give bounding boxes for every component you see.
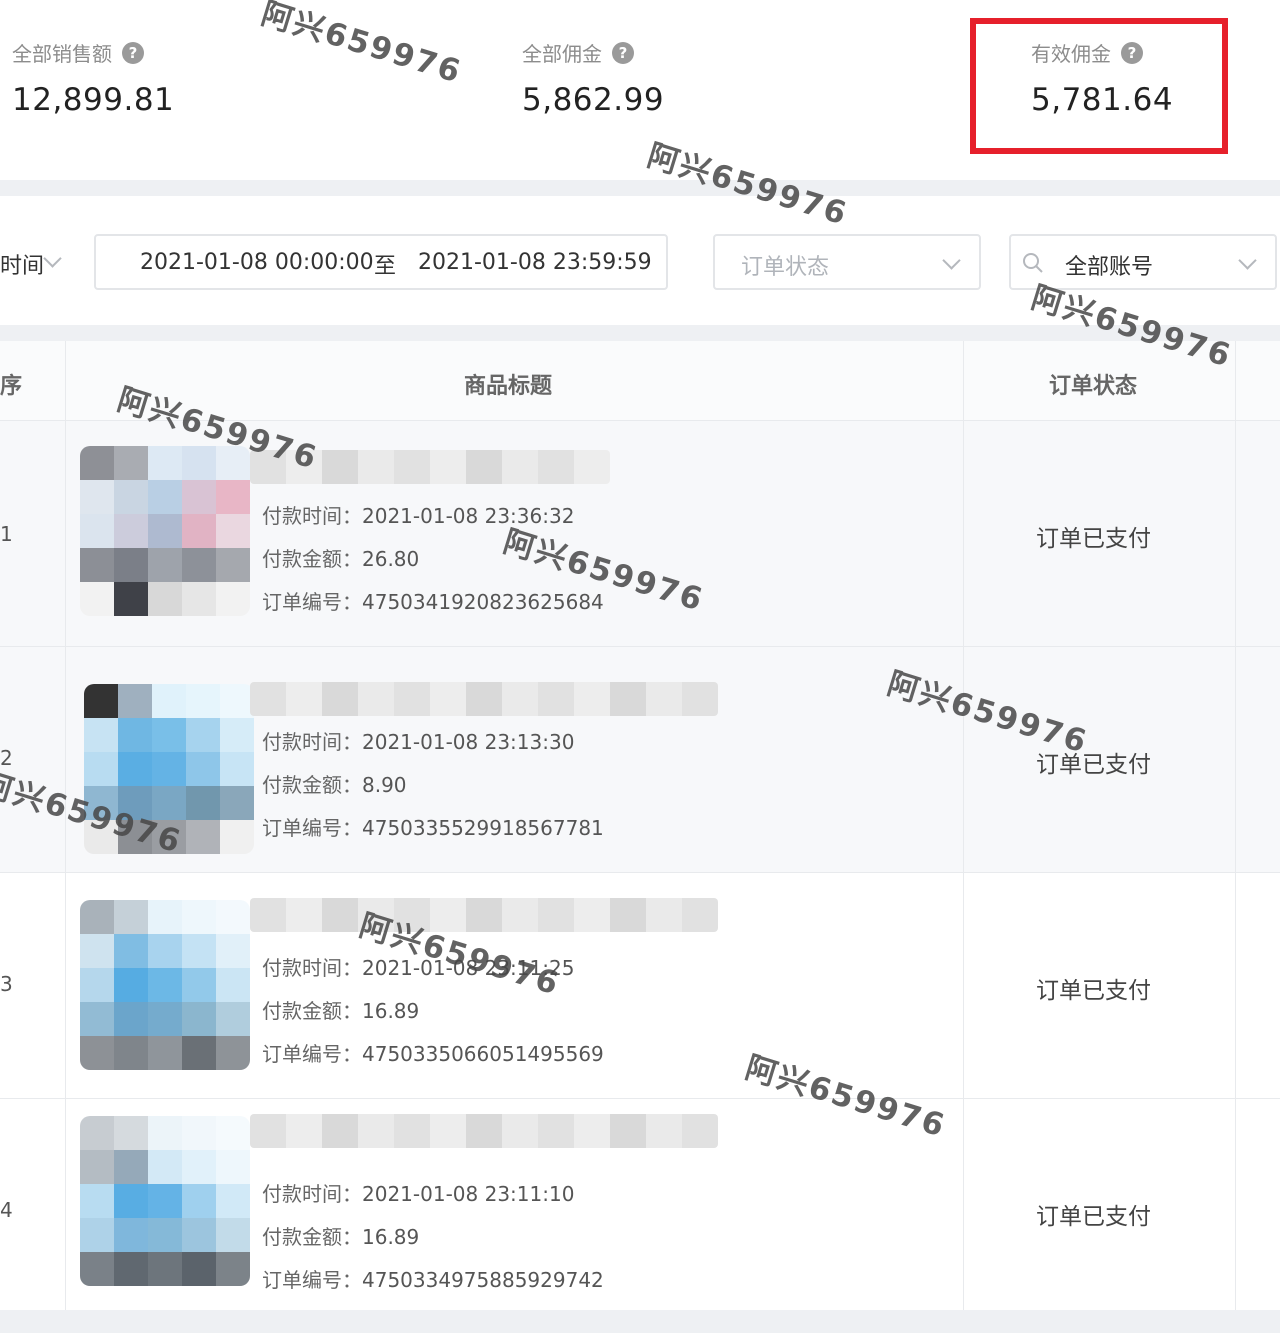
help-icon[interactable]: ? — [612, 41, 634, 64]
order-status: 订单已支付 — [1036, 526, 1151, 552]
product-title-redacted[interactable] — [250, 1114, 718, 1148]
row-index: 3 — [0, 972, 13, 996]
order-status: 订单已支付 — [1036, 1204, 1151, 1230]
row-index: 4 — [0, 1198, 13, 1222]
product-title-redacted[interactable] — [250, 682, 718, 716]
date-separator: 至 — [374, 254, 397, 279]
pay-amount: 付款金额：16.89 — [262, 999, 420, 1023]
date-end[interactable]: 2021-01-08 23:59:59 — [418, 250, 652, 275]
order-status-placeholder: 订单状态 — [741, 255, 830, 280]
product-thumbnail[interactable] — [80, 1116, 250, 1286]
section-divider — [0, 180, 1280, 196]
product-thumbnail[interactable] — [80, 446, 250, 616]
product-title-redacted[interactable] — [250, 898, 718, 932]
stat-value-total-sales: 12,899.81 — [12, 82, 175, 118]
date-range-picker[interactable]: 2021-01-08 00:00:00 至 2021-01-08 23:59:5… — [94, 234, 668, 290]
search-icon — [1023, 253, 1043, 273]
watermark: 阿兴659976 — [643, 137, 853, 233]
product-thumbnail[interactable] — [80, 900, 250, 1070]
time-type-select-label[interactable]: 时间 — [0, 248, 44, 280]
stat-label-total-commission: 全部佣金 ? — [522, 38, 634, 67]
pay-amount: 付款金额：16.89 — [262, 1225, 420, 1249]
stat-value-effective-commission: 5,781.64 — [1031, 82, 1174, 118]
watermark: 阿兴659976 — [257, 0, 467, 91]
column-divider — [1235, 341, 1236, 1310]
column-header-index: 序 — [0, 374, 23, 399]
stat-value-total-commission: 5,862.99 — [522, 82, 665, 118]
chevron-down-icon — [1238, 251, 1257, 270]
stat-label-effective-commission: 有效佣金 ? — [1031, 38, 1143, 67]
row-index: 1 — [0, 522, 13, 546]
row-divider — [0, 646, 1280, 647]
stat-label-total-sales: 全部销售额 ? — [12, 38, 144, 67]
order-number: 订单编号：4750335529918567781 — [262, 816, 604, 840]
chevron-down-icon[interactable] — [43, 249, 62, 268]
row-divider — [0, 1098, 1280, 1099]
order-status-select[interactable]: 订单状态 — [713, 234, 981, 290]
pay-amount: 付款金额：26.80 — [262, 547, 420, 571]
pay-amount: 付款金额：8.90 — [262, 773, 407, 797]
column-header-order-status: 订单状态 — [1049, 374, 1138, 399]
column-header-product-title: 商品标题 — [464, 374, 553, 399]
pay-time: 付款时间：2021-01-08 23:13:30 — [262, 730, 575, 754]
order-status: 订单已支付 — [1036, 978, 1151, 1004]
row-divider — [0, 872, 1280, 873]
column-divider — [963, 341, 964, 1310]
help-icon[interactable]: ? — [1121, 41, 1143, 64]
order-number: 订单编号：4750335066051495569 — [262, 1042, 604, 1066]
help-icon[interactable]: ? — [122, 41, 144, 64]
date-start[interactable]: 2021-01-08 00:00:00 — [140, 250, 374, 275]
watermark: 阿兴659976 — [741, 1049, 951, 1145]
table-footer — [0, 1310, 1280, 1333]
chevron-down-icon — [942, 251, 961, 270]
pay-time: 付款时间：2021-01-08 23:11:10 — [262, 1182, 575, 1206]
order-number: 订单编号：4750334975885929742 — [262, 1268, 604, 1292]
order-number: 订单编号：4750341920823625684 — [262, 590, 604, 614]
account-value: 全部账号 — [1065, 255, 1154, 280]
